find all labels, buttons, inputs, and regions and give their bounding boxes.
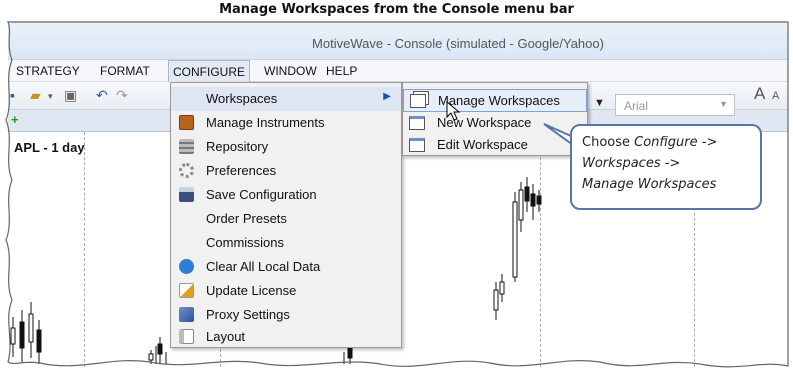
menu-item-proxy-settings[interactable]: Proxy Settings (171, 303, 401, 327)
figure-caption: Manage Workspaces from the Console menu … (219, 2, 574, 17)
menu-item-save-configuration[interactable]: Save Configuration (171, 183, 401, 207)
network-icon (179, 307, 194, 322)
menu-item-label: Edit Workspace (437, 137, 528, 152)
pencil-icon (179, 283, 194, 298)
callout-text: Configure -> (634, 135, 718, 150)
menu-item-label: Preferences (206, 163, 277, 178)
menu-item-manage-workspaces[interactable]: Manage Workspaces (403, 89, 587, 112)
layout-icon (179, 329, 194, 344)
menu-bar: STRATEGY FORMAT CONFIGURE WINDOW HELP (8, 60, 788, 82)
menu-format[interactable]: FORMAT (96, 63, 154, 79)
font-family-select[interactable]: Arial ▼ (615, 94, 735, 116)
menu-item-label: Update License (206, 283, 297, 298)
add-tab-icon[interactable]: + (11, 112, 19, 127)
font-decrease-icon[interactable]: A (772, 90, 779, 102)
instruction-callout: Choose Configure -> Workspaces -> Manage… (570, 124, 762, 210)
font-family-value: Arial (624, 99, 649, 113)
chevron-down-icon[interactable]: ▾ (48, 91, 53, 102)
callout-text: Manage Workspaces (582, 177, 717, 192)
submenu-arrow-icon: ▶ (383, 91, 391, 102)
menu-item-label: Proxy Settings (206, 307, 290, 322)
callout-text: Choose (582, 135, 635, 150)
new-window-icon (409, 116, 425, 130)
gear-icon (179, 163, 194, 178)
menu-item-label: Workspaces (206, 91, 278, 106)
menu-window[interactable]: WINDOW (260, 63, 321, 79)
cabinet-icon (179, 139, 194, 154)
save-icon[interactable]: ▪ (10, 87, 15, 103)
menu-item-layout[interactable]: Layout (171, 325, 401, 349)
edit-window-icon (409, 138, 425, 152)
menu-strategy[interactable]: STRATEGY (12, 63, 84, 79)
floppy-icon (179, 187, 194, 202)
configure-dropdown-menu: Workspaces ▶ Manage Instruments Reposito… (170, 82, 402, 348)
windows-icon (410, 94, 426, 108)
menu-item-label: Order Presets (206, 211, 287, 226)
window-title: MotiveWave - Console (simulated - Google… (312, 36, 604, 51)
undo-icon[interactable]: ↶ (96, 87, 108, 104)
font-increase-icon[interactable]: A (754, 84, 765, 104)
menu-item-label: Layout (206, 329, 246, 344)
window-titlebar: MotiveWave - Console (simulated - Google… (8, 22, 788, 60)
menu-item-commissions[interactable]: Commissions (171, 231, 401, 255)
menu-item-workspaces[interactable]: Workspaces ▶ (171, 87, 401, 111)
chevron-down-icon: ▼ (719, 99, 728, 109)
refresh-icon (179, 259, 194, 274)
redo-icon[interactable]: ↷ (116, 87, 128, 104)
menu-item-label: Commissions (206, 235, 285, 250)
dropdown-arrow-icon[interactable]: ▼ (594, 97, 605, 109)
camera-icon[interactable]: ▣ (64, 87, 77, 104)
briefcase-icon (179, 115, 194, 130)
menu-item-manage-instruments[interactable]: Manage Instruments (171, 111, 401, 135)
menu-item-preferences[interactable]: Preferences (171, 159, 401, 183)
menu-item-label: Repository (206, 139, 269, 154)
menu-help[interactable]: HELP (322, 63, 361, 79)
menu-item-repository[interactable]: Repository (171, 135, 401, 159)
menu-configure[interactable]: CONFIGURE (168, 60, 250, 82)
callout-text: Workspaces -> (582, 156, 681, 171)
menu-item-clear-all-local-data[interactable]: Clear All Local Data (171, 255, 401, 279)
open-folder-icon[interactable]: ▰ (30, 87, 41, 104)
menu-item-label: Manage Instruments (206, 115, 325, 130)
mouse-cursor-icon (446, 101, 461, 121)
menu-item-label: Clear All Local Data (206, 259, 321, 274)
menu-item-order-presets[interactable]: Order Presets (171, 207, 401, 231)
menu-item-update-license[interactable]: Update License (171, 279, 401, 303)
menu-item-label: Save Configuration (206, 187, 317, 202)
